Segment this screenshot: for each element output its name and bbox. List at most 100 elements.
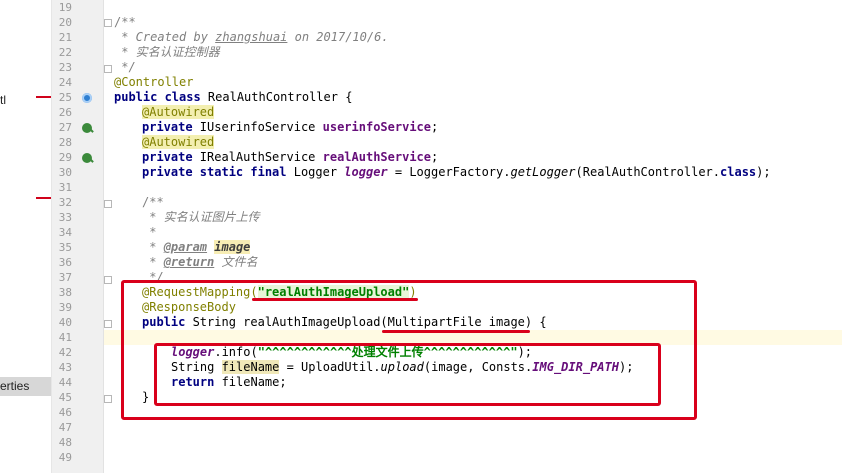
line-number[interactable]: 40 bbox=[52, 315, 72, 330]
code-line-21: * Created by zhangshuai on 2017/10/6. bbox=[114, 30, 842, 45]
class-declaration: RealAuthController { bbox=[207, 90, 353, 104]
line-number[interactable]: 39 bbox=[52, 300, 72, 315]
javadoc-tag: @param bbox=[163, 240, 208, 254]
line-number[interactable]: 47 bbox=[52, 420, 72, 435]
punctuation: ; bbox=[431, 150, 439, 164]
line-number[interactable]: 41 bbox=[52, 330, 72, 345]
line-number[interactable]: 36 bbox=[52, 255, 72, 270]
side-panel-truncated-label[interactable]: tl bbox=[0, 93, 6, 107]
type-name: IRealAuthService bbox=[199, 150, 323, 164]
fold-marker-icon[interactable] bbox=[104, 19, 112, 27]
line-number[interactable]: 46 bbox=[52, 405, 72, 420]
code-line-32: /** bbox=[142, 195, 842, 210]
line-number[interactable]: 31 bbox=[52, 180, 72, 195]
code-line-33: * 实名认证图片上传 bbox=[142, 210, 842, 225]
comment-text: on 2017/10/6. bbox=[287, 30, 389, 44]
inner-annotation-box bbox=[154, 343, 661, 406]
line-number[interactable]: 22 bbox=[52, 45, 72, 60]
keyword: private bbox=[142, 150, 200, 164]
line-number[interactable]: 45 bbox=[52, 390, 72, 405]
keyword: public class bbox=[114, 90, 208, 104]
comment-text: * bbox=[142, 255, 164, 269]
code-line-20: /** bbox=[114, 15, 842, 30]
field-name: userinfoService bbox=[322, 120, 431, 134]
type-name: Logger bbox=[293, 165, 345, 179]
keyword: class bbox=[720, 165, 757, 179]
code-text: = LoggerFactory. bbox=[387, 165, 511, 179]
line-number[interactable]: 30 bbox=[52, 165, 72, 180]
comment-text: * bbox=[142, 240, 164, 254]
keyword: private static final bbox=[142, 165, 294, 179]
red-marker-line bbox=[36, 96, 51, 98]
fold-marker-icon[interactable] bbox=[104, 320, 112, 328]
override-icon[interactable] bbox=[82, 93, 92, 103]
punctuation: ; bbox=[431, 120, 439, 134]
code-line-23: */ bbox=[114, 60, 842, 75]
author-name: zhangshuai bbox=[215, 30, 288, 44]
annotation-autowired: @Autowired bbox=[142, 105, 215, 119]
fold-marker-icon[interactable] bbox=[104, 65, 112, 73]
line-number[interactable]: 43 bbox=[52, 360, 72, 375]
line-number[interactable]: 34 bbox=[52, 225, 72, 240]
javadoc-tag: @return bbox=[163, 255, 215, 269]
line-number[interactable]: 27 bbox=[52, 120, 72, 135]
code-line-35: * @param image bbox=[142, 240, 842, 255]
line-number[interactable]: 23 bbox=[52, 60, 72, 75]
comment-text: 文件名 bbox=[214, 255, 258, 269]
line-number[interactable]: 26 bbox=[52, 105, 72, 120]
comment-text: */ bbox=[114, 60, 136, 74]
field-name: logger bbox=[344, 165, 388, 179]
code-line-36: * @return 文件名 bbox=[142, 255, 842, 270]
comment-text: * 实名认证控制器 bbox=[114, 45, 220, 59]
code-line-34: * bbox=[142, 225, 842, 240]
line-number[interactable]: 38 bbox=[52, 285, 72, 300]
code-line-27: private IUserinfoService userinfoService… bbox=[142, 120, 842, 135]
line-number[interactable]: 21 bbox=[52, 30, 72, 45]
comment-text: /** bbox=[114, 15, 136, 29]
code-line-25: public class RealAuthController { bbox=[114, 90, 842, 105]
line-number[interactable]: 44 bbox=[52, 375, 72, 390]
comment-text: * bbox=[142, 225, 157, 239]
properties-item[interactable]: erties bbox=[0, 377, 51, 396]
type-name: IUserinfoService bbox=[199, 120, 323, 134]
line-number[interactable]: 37 bbox=[52, 270, 72, 285]
line-number[interactable]: 33 bbox=[52, 210, 72, 225]
method-name: getLogger bbox=[510, 165, 576, 179]
comment-text: * 实名认证图片上传 bbox=[142, 210, 260, 224]
code-line-29: private IRealAuthService realAuthService… bbox=[142, 150, 842, 165]
annotation-autowired: @Autowired bbox=[142, 135, 215, 149]
fold-marker-icon[interactable] bbox=[104, 276, 112, 284]
line-number[interactable]: 28 bbox=[52, 135, 72, 150]
line-number[interactable]: 19 bbox=[52, 0, 72, 15]
code-line-26: @Autowired bbox=[142, 105, 842, 120]
line-number[interactable]: 29 bbox=[52, 150, 72, 165]
field-name: realAuthService bbox=[322, 150, 431, 164]
line-number[interactable]: 25 bbox=[52, 90, 72, 105]
line-number[interactable]: 49 bbox=[52, 450, 72, 465]
line-number[interactable]: 32 bbox=[52, 195, 72, 210]
comment-text: * Created by bbox=[114, 30, 216, 44]
injection-point-icon[interactable] bbox=[82, 153, 92, 163]
code-line-28: @Autowired bbox=[142, 135, 842, 150]
fold-marker-icon[interactable] bbox=[104, 395, 112, 403]
line-number[interactable]: 20 bbox=[52, 15, 72, 30]
fold-marker-icon[interactable] bbox=[104, 200, 112, 208]
punctuation: ); bbox=[756, 165, 771, 179]
comment-text: /** bbox=[142, 195, 164, 209]
annotation-controller: @Controller bbox=[114, 75, 194, 89]
line-number[interactable]: 42 bbox=[52, 345, 72, 360]
mapping-underline bbox=[252, 298, 418, 301]
line-number[interactable]: 48 bbox=[52, 435, 72, 450]
code-line-22: * 实名认证控制器 bbox=[114, 45, 842, 60]
javadoc-param-name: image bbox=[214, 240, 251, 254]
line-number[interactable]: 35 bbox=[52, 240, 72, 255]
injection-point-icon[interactable] bbox=[82, 123, 92, 133]
param-underline bbox=[382, 330, 530, 333]
project-side-panel: tl erties bbox=[0, 0, 52, 473]
keyword: private bbox=[142, 120, 200, 134]
code-line-30: private static final Logger logger = Log… bbox=[142, 165, 842, 180]
code-line-24: @Controller bbox=[114, 75, 842, 90]
red-marker-line bbox=[36, 197, 51, 199]
code-text: (RealAuthController. bbox=[575, 165, 721, 179]
line-number[interactable]: 24 bbox=[52, 75, 72, 90]
